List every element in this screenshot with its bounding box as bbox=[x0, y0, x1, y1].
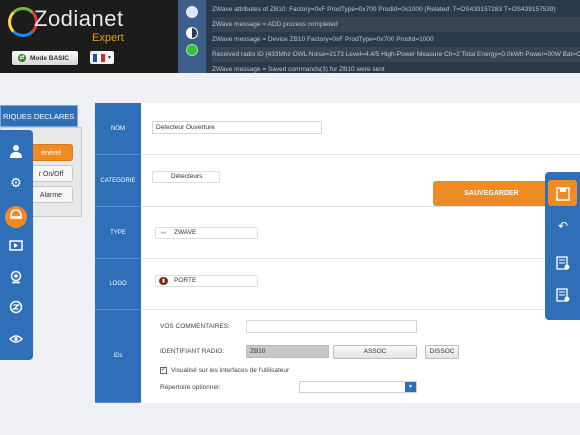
category-icon-bar: ⚙ bbox=[0, 130, 33, 360]
visible-label: Visualisé sur les interfaces de l'utilis… bbox=[171, 367, 290, 374]
log-line: ZWave message = Saved commands(3) for ZB… bbox=[212, 66, 385, 73]
log-line: ZWave message = Device ZB10 Factory=0xF … bbox=[212, 36, 434, 43]
list-add-icon[interactable] bbox=[555, 256, 571, 272]
tab-general[interactable]: énérel bbox=[29, 144, 73, 161]
save-button[interactable]: SAUVEGARDER bbox=[433, 181, 550, 206]
app-logo: Zodianet Expert bbox=[6, 4, 176, 46]
zodianet-icon[interactable] bbox=[7, 300, 25, 318]
eye-icon[interactable] bbox=[7, 331, 25, 349]
status-ok-icon bbox=[186, 44, 198, 56]
chevron-down-icon: ▼ bbox=[405, 382, 416, 392]
gears-icon[interactable]: ⚙ bbox=[7, 174, 25, 192]
categorie-select[interactable]: Détecteurs bbox=[152, 171, 220, 183]
categorie-value: Détecteurs bbox=[171, 173, 203, 180]
alarm-icon[interactable] bbox=[5, 206, 27, 228]
chevron-down-icon: ▼ bbox=[107, 54, 112, 61]
log-line: Received radio ID (433Mhz OWL Noise=2173… bbox=[212, 47, 580, 62]
dissoc-button[interactable]: DISSOC bbox=[425, 345, 459, 359]
log-line: ZWave message = ADD process completed bbox=[212, 17, 580, 32]
radio-id-label: IDENTIFIANT RADIO: bbox=[160, 348, 225, 355]
log-messages: ZWave attributes of ZB10: Factory=0xF Pr… bbox=[212, 2, 580, 73]
mode-basic-label: Mode BASIC bbox=[30, 54, 69, 62]
tab-on-off[interactable]: r On/Off bbox=[29, 165, 73, 182]
nom-label: NOM bbox=[95, 103, 141, 155]
type-value: ZWAVE bbox=[174, 229, 197, 236]
type-select[interactable]: ≈≈ ZWAVE bbox=[155, 227, 258, 239]
sidebar-header: RIQUES DECLARES bbox=[0, 105, 78, 127]
repertoire-select[interactable]: ▼ bbox=[299, 381, 417, 393]
zwave-icon: ≈≈ bbox=[161, 230, 166, 235]
scroll-up-icon[interactable] bbox=[186, 6, 198, 18]
assoc-button[interactable]: ASSOC bbox=[333, 345, 417, 359]
undo-icon[interactable]: ↶ bbox=[555, 218, 571, 234]
logo-value: PORTE bbox=[174, 277, 197, 284]
action-icon-bar: ↶ bbox=[545, 172, 580, 320]
radio-id-field: ZB10 bbox=[246, 345, 329, 358]
row-nom: NOM Detecteur Ouverture bbox=[95, 103, 580, 155]
nom-input[interactable]: Detecteur Ouverture bbox=[152, 121, 322, 134]
row-logo: LOGO ▮ PORTE bbox=[95, 259, 580, 310]
comments-input[interactable] bbox=[246, 320, 417, 333]
ids-label: IDs bbox=[95, 310, 141, 403]
log-line: ZWave attributes of ZB10: Factory=0xF Pr… bbox=[212, 6, 556, 13]
device-form: NOM Detecteur Ouverture CATEGORIE Détect… bbox=[95, 103, 580, 403]
floppy-save-icon[interactable] bbox=[548, 180, 577, 206]
tab-alarme[interactable]: Alarme bbox=[29, 186, 73, 203]
person-icon[interactable] bbox=[7, 144, 25, 162]
door-icon: ▮ bbox=[159, 277, 168, 285]
webcam-icon[interactable] bbox=[7, 270, 25, 288]
switch-icon: ⇄ bbox=[18, 54, 26, 62]
visible-checkbox[interactable]: ✓ bbox=[160, 367, 167, 374]
row-type: TYPE ≈≈ ZWAVE bbox=[95, 207, 580, 259]
logo-label: LOGO bbox=[95, 259, 141, 310]
comments-label: VOS COMMENTAIRES: bbox=[160, 323, 230, 330]
repertoire-label: Répertoire optionnel: bbox=[160, 384, 221, 391]
categorie-label: CATEGORIE bbox=[95, 155, 141, 207]
language-select[interactable]: ▼ bbox=[90, 51, 114, 64]
french-flag-icon bbox=[93, 53, 105, 62]
list-remove-icon[interactable] bbox=[555, 288, 571, 304]
logo-select[interactable]: ▮ PORTE bbox=[155, 275, 258, 287]
mode-basic-button[interactable]: ⇄ Mode BASIC bbox=[12, 51, 78, 65]
contrast-icon[interactable] bbox=[186, 27, 198, 39]
logo-subtitle: Expert bbox=[92, 32, 124, 44]
type-label: TYPE bbox=[95, 207, 141, 259]
logo-text: Zodianet bbox=[34, 6, 124, 31]
media-icon[interactable] bbox=[7, 238, 25, 256]
row-ids: IDs VOS COMMENTAIRES: IDENTIFIANT RADIO:… bbox=[95, 310, 580, 403]
